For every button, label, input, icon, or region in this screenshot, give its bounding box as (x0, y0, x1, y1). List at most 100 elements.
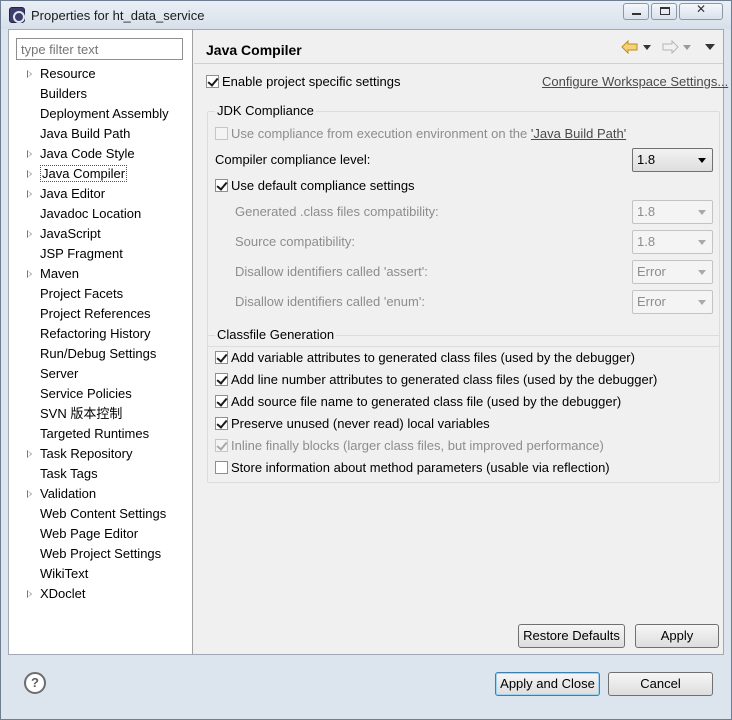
option-label: Add variable attributes to generated cla… (231, 350, 635, 365)
classfile-option[interactable]: Store information about method parameter… (215, 458, 610, 478)
forward-arrow-icon[interactable] (661, 40, 679, 54)
chevron-down-icon (698, 240, 706, 245)
restore-defaults-button[interactable]: Restore Defaults (518, 624, 625, 648)
tree-item[interactable]: XDoclet (9, 584, 193, 604)
expand-triangle-icon[interactable] (27, 170, 32, 178)
expand-triangle-icon[interactable] (27, 190, 32, 198)
classfile-option[interactable]: Add source file name to generated class … (215, 392, 621, 412)
option-label: Add source file name to generated class … (231, 394, 622, 409)
chevron-down-icon (698, 210, 706, 215)
tree-item[interactable]: Java Editor (9, 184, 193, 204)
option-checkbox (215, 439, 228, 453)
classfile-option[interactable]: Add line number attributes to generated … (215, 370, 657, 390)
tree-item[interactable]: SVN 版本控制 (9, 404, 193, 424)
java-build-path-link[interactable]: 'Java Build Path' (531, 126, 626, 141)
tree-item-label: Service Policies (40, 386, 132, 401)
tree-item[interactable]: Run/Debug Settings (9, 344, 193, 364)
tree-item[interactable]: Javadoc Location (9, 204, 193, 224)
expand-triangle-icon[interactable] (27, 150, 32, 158)
use-default-compliance[interactable]: Use default compliance settings (215, 176, 415, 196)
enable-specific-settings[interactable]: Enable project specific settings (206, 72, 400, 92)
source-compat-label: Source compatibility: (235, 234, 355, 249)
tree-item-label: WikiText (40, 566, 89, 581)
tree-item-label: Targeted Runtimes (40, 426, 150, 441)
classfile-option[interactable]: Preserve unused (never read) local varia… (215, 414, 490, 434)
classfile-generation-title: Classfile Generation (215, 327, 337, 342)
properties-window: Properties for ht_data_service ✕ Resourc… (0, 0, 732, 720)
compliance-level-select[interactable]: 1.8 (632, 148, 713, 172)
tree-item[interactable]: Project References (9, 304, 193, 324)
view-menu-icon[interactable] (705, 44, 715, 50)
expand-triangle-icon[interactable] (27, 70, 32, 78)
expand-triangle-icon[interactable] (27, 450, 32, 458)
tree-item-label: Task Repository (40, 446, 133, 461)
cancel-button[interactable]: Cancel (608, 672, 713, 696)
option-checkbox[interactable] (215, 461, 228, 475)
option-checkbox[interactable] (215, 395, 228, 409)
tree-item[interactable]: Deployment Assembly (9, 104, 193, 124)
use-compliance-label: Use compliance from execution environmen… (231, 126, 531, 141)
java-compiler-page: Java Compiler Enable project specific se… (194, 30, 728, 654)
tree-item-label: Task Tags (40, 466, 98, 481)
tree-item[interactable]: Validation (9, 484, 193, 504)
tree-item[interactable]: JSP Fragment (9, 244, 193, 264)
apply-button[interactable]: Apply (635, 624, 719, 648)
tree-item[interactable]: Maven (9, 264, 193, 284)
forward-history-dropdown[interactable] (683, 44, 691, 50)
expand-triangle-icon[interactable] (27, 490, 32, 498)
tree-item[interactable]: Project Facets (9, 284, 193, 304)
tree-item[interactable]: Web Page Editor (9, 524, 193, 544)
dialog-client-area: Resource Builders Deployment Assembly Java … (8, 29, 728, 655)
filter-input[interactable] (16, 38, 183, 60)
tree-item-label: JSP Fragment (40, 246, 123, 261)
tree-item-label: Server (40, 366, 79, 381)
tree-item-label: Java Code Style (40, 146, 135, 161)
option-checkbox[interactable] (215, 417, 228, 431)
tree-item-label: Run/Debug Settings (40, 346, 157, 361)
page-header: Java Compiler (194, 30, 723, 64)
tree-item[interactable]: Service Policies (9, 384, 193, 404)
option-checkbox[interactable] (215, 351, 228, 365)
tree-item[interactable]: Java Code Style (9, 144, 193, 164)
use-default-checkbox[interactable] (215, 179, 228, 193)
tree-item[interactable]: WikiText (9, 564, 193, 584)
category-tree-pane: Resource Builders Deployment Assembly Java … (9, 30, 193, 654)
tree-item-label: JavaScript (40, 226, 101, 241)
tree-item[interactable]: Web Project Settings (9, 544, 193, 564)
eclipse-app-icon (9, 7, 25, 23)
tree-item[interactable]: Task Repository (9, 444, 193, 464)
tree-item[interactable]: Server (9, 364, 193, 384)
back-history-dropdown[interactable] (643, 44, 651, 50)
option-label: Store information about method parameter… (231, 460, 610, 475)
assert-identifier-select: Error (632, 260, 713, 284)
expand-triangle-icon[interactable] (27, 270, 32, 278)
tree-item[interactable]: Java Build Path (9, 124, 193, 144)
back-arrow-icon[interactable] (621, 40, 639, 54)
tree-item[interactable]: Resource (9, 64, 193, 84)
tree-item[interactable]: JavaScript (9, 224, 193, 244)
configure-workspace-link[interactable]: Configure Workspace Settings... (542, 72, 728, 92)
option-label: Inline finally blocks (larger class file… (231, 438, 604, 453)
source-compat-value: 1.8 (637, 234, 656, 249)
minimize-button[interactable] (623, 3, 649, 20)
help-icon[interactable]: ? (24, 672, 46, 694)
assert-identifier-label: Disallow identifiers called 'assert': (235, 264, 428, 279)
tree-item[interactable]: Targeted Runtimes (9, 424, 193, 444)
title-bar[interactable]: Properties for ht_data_service ✕ (1, 1, 731, 29)
tree-item[interactable]: Refactoring History (9, 324, 193, 344)
enum-identifier-value: Error (637, 294, 666, 309)
tree-item[interactable]: Task Tags (9, 464, 193, 484)
use-compliance-ee: Use compliance from execution environmen… (215, 124, 626, 144)
tree-item[interactable]: Builders (9, 84, 193, 104)
apply-and-close-button[interactable]: Apply and Close (495, 672, 600, 696)
maximize-button[interactable] (651, 3, 677, 20)
tree-item[interactable]: Web Content Settings (9, 504, 193, 524)
chevron-down-icon (698, 300, 706, 305)
expand-triangle-icon[interactable] (27, 230, 32, 238)
classfile-option[interactable]: Add variable attributes to generated cla… (215, 348, 635, 368)
tree-item[interactable]: Java Compiler (9, 164, 193, 184)
expand-triangle-icon[interactable] (27, 590, 32, 598)
close-button[interactable]: ✕ (679, 2, 723, 20)
option-checkbox[interactable] (215, 373, 228, 387)
enable-specific-checkbox[interactable] (206, 75, 219, 89)
